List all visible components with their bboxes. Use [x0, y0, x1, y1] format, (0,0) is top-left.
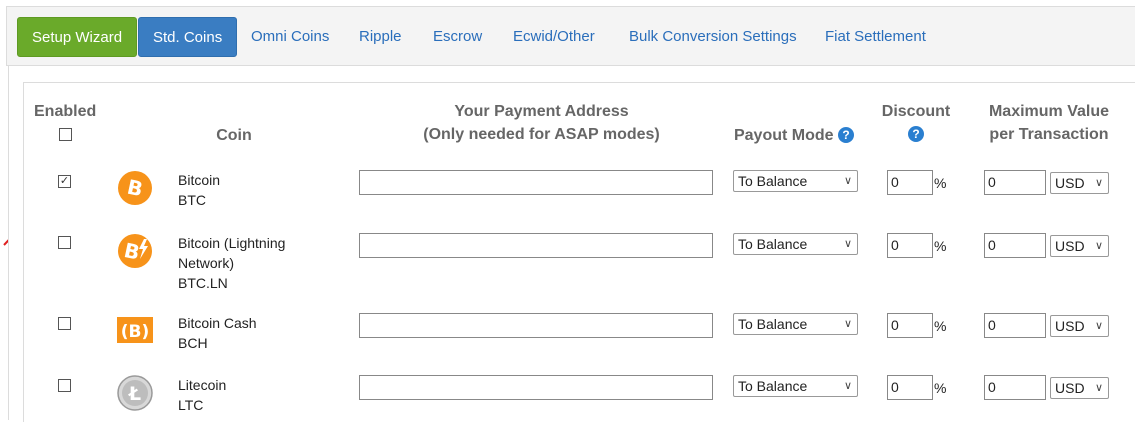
currency-select-btc[interactable]: USD ∨ — [1050, 172, 1109, 194]
percent-label: % — [934, 175, 947, 191]
svg-text:(B): (B) — [121, 322, 150, 342]
payout-mode-select-bch[interactable]: To Balance ∨ — [733, 313, 858, 335]
discount-input-btc[interactable]: 0 — [887, 170, 933, 195]
header-discount-label: Discount — [881, 103, 951, 120]
chevron-down-icon: ∨ — [1094, 177, 1103, 189]
svg-text:Ł: Ł — [128, 383, 141, 405]
header-payout-mode-label: Payout Mode — [733, 127, 834, 144]
max-value-input-btc-ln[interactable]: 0 — [984, 233, 1046, 258]
currency-select-ltc[interactable]: USD ∨ — [1050, 377, 1109, 399]
tab-std-coins[interactable]: Std. Coins — [138, 17, 238, 57]
coin-name-label: Bitcoin (Lightning — [178, 235, 286, 251]
header-payout-mode: Payout Mode ? — [714, 124, 874, 147]
payment-address-input-ltc[interactable] — [359, 375, 713, 400]
litecoin-icon: Ł — [117, 375, 153, 411]
chevron-down-icon: ∨ — [1094, 240, 1103, 252]
payout-help-icon[interactable]: ? — [838, 127, 854, 143]
percent-label: % — [934, 238, 947, 254]
percent-label: % — [934, 318, 947, 334]
max-value-input-ltc[interactable]: 0 — [984, 375, 1046, 400]
payment-address-input-btc-ln[interactable] — [359, 233, 713, 258]
payout-mode-select-btc-ln[interactable]: To Balance ∨ — [733, 233, 858, 255]
header-payment-address-line1: Your Payment Address — [454, 103, 629, 120]
coins-panel: Enabled Coin Your Payment Address (Only … — [8, 66, 1135, 422]
currency-value: USD — [1055, 175, 1085, 191]
currency-value: USD — [1055, 318, 1085, 334]
chevron-down-icon: ∨ — [843, 380, 852, 392]
header-coin: Coin — [216, 127, 252, 144]
max-value-input-bch[interactable]: 0 — [984, 313, 1046, 338]
coin-name-btc: Bitcoin BTC — [178, 170, 220, 210]
coin-name-label: Bitcoin Cash — [178, 315, 257, 331]
discount-input-bch[interactable]: 0 — [887, 313, 933, 338]
coin-ticker: BTC.LN — [178, 275, 228, 291]
bitcoin-icon: B — [118, 171, 152, 205]
tab-setup-wizard[interactable]: Setup Wizard — [17, 17, 138, 57]
currency-value: USD — [1055, 238, 1085, 254]
tab-bar: Setup Wizard Std. Coins Omni Coins Rippl… — [6, 6, 1135, 66]
coin-ticker: LTC — [178, 397, 204, 413]
enable-checkbox-btc[interactable]: ✓ — [58, 175, 71, 188]
bitcoin-lightning-icon: B — [118, 234, 152, 268]
currency-select-btc-ln[interactable]: USD ∨ — [1050, 235, 1109, 257]
chevron-down-icon: ∨ — [843, 238, 852, 250]
currency-select-bch[interactable]: USD ∨ — [1050, 315, 1109, 337]
coin-ticker: BCH — [178, 335, 208, 351]
tab-escrow[interactable]: Escrow — [433, 17, 482, 57]
coin-name-label: Bitcoin — [178, 172, 221, 188]
header-max-value-line2: per Transaction — [989, 126, 1109, 143]
chevron-down-icon: ∨ — [1094, 382, 1103, 394]
discount-input-btc-ln[interactable]: 0 — [887, 233, 933, 258]
payout-mode-value: To Balance — [738, 316, 808, 332]
select-all-checkbox[interactable] — [59, 128, 72, 141]
tab-ripple[interactable]: Ripple — [359, 17, 402, 57]
coin-name-ltc: Litecoin LTC — [178, 375, 226, 415]
payment-address-input-bch[interactable] — [359, 313, 713, 338]
enable-checkbox-ltc[interactable] — [58, 379, 71, 392]
chevron-down-icon: ∨ — [843, 318, 852, 330]
header-payment-address: Your Payment Address (Only needed for AS… — [364, 100, 719, 146]
header-discount: Discount ? — [876, 100, 956, 146]
discount-input-ltc[interactable]: 0 — [887, 375, 933, 400]
coin-name-label-line2: Network) — [178, 255, 235, 271]
enable-checkbox-bch[interactable] — [58, 317, 71, 330]
enable-checkbox-btc-ln[interactable] — [58, 236, 71, 249]
discount-help-icon[interactable]: ? — [908, 126, 924, 142]
payout-mode-select-ltc[interactable]: To Balance ∨ — [733, 375, 858, 397]
coin-ticker: BTC — [178, 192, 206, 208]
tab-fiat-settlement[interactable]: Fiat Settlement — [825, 17, 926, 57]
header-max-value: Maximum Value per Transaction — [979, 100, 1119, 146]
currency-value: USD — [1055, 380, 1085, 396]
coin-name-bch: Bitcoin Cash BCH — [178, 313, 257, 353]
payout-mode-value: To Balance — [738, 236, 808, 252]
tab-omni-coins[interactable]: Omni Coins — [251, 17, 329, 57]
header-payment-address-line2: (Only needed for ASAP modes) — [423, 126, 660, 143]
payout-mode-value: To Balance — [738, 378, 808, 394]
bitcoin-cash-icon: (B) — [117, 317, 153, 343]
chevron-down-icon: ∨ — [1094, 320, 1103, 332]
chevron-down-icon: ∨ — [843, 175, 852, 187]
payout-mode-value: To Balance — [738, 173, 808, 189]
percent-label: % — [934, 380, 947, 396]
coin-name-btc-ln: Bitcoin (Lightning Network) BTC.LN — [178, 233, 285, 293]
tab-ecwid-other[interactable]: Ecwid/Other — [513, 17, 595, 57]
tab-bulk-conversion-settings[interactable]: Bulk Conversion Settings — [629, 17, 797, 57]
payment-address-input-btc[interactable] — [359, 170, 713, 195]
header-max-value-line1: Maximum Value — [988, 103, 1110, 120]
coin-name-label: Litecoin — [178, 377, 227, 393]
max-value-input-btc[interactable]: 0 — [984, 170, 1046, 195]
header-enabled: Enabled — [34, 103, 97, 120]
payout-mode-select-btc[interactable]: To Balance ∨ — [733, 170, 858, 192]
